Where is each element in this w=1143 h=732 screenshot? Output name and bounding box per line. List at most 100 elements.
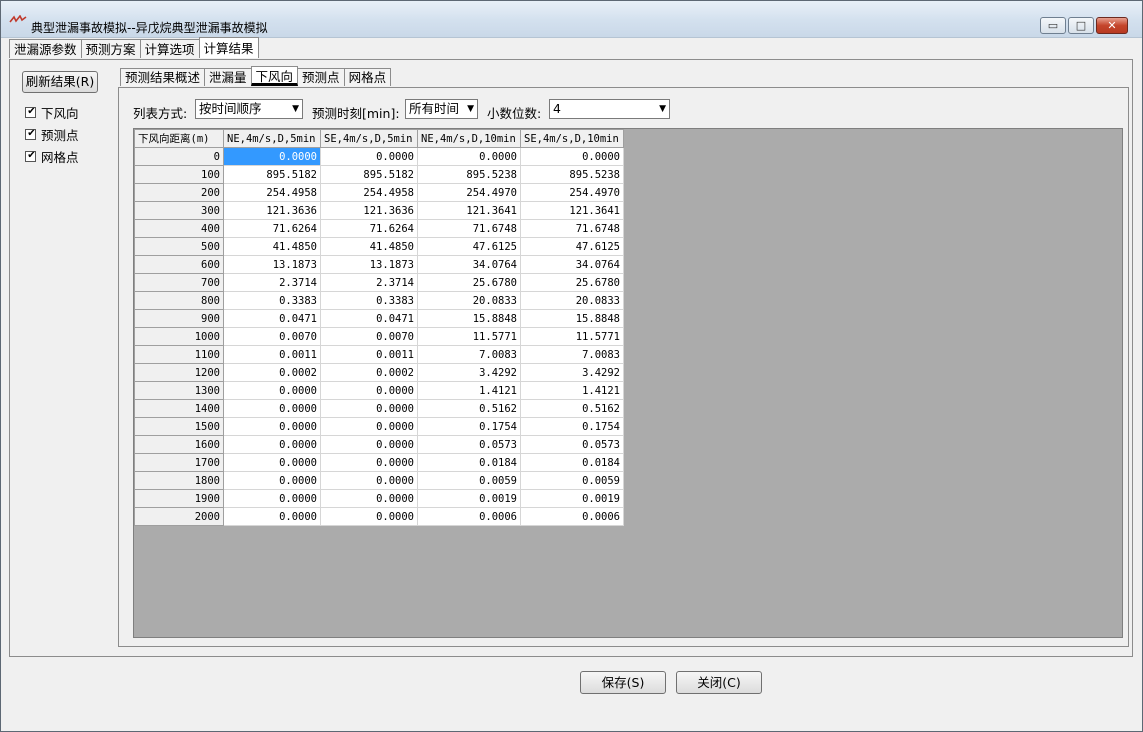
close-button[interactable]: 关闭(C) [676, 671, 762, 694]
row-header-cell[interactable]: 100 [134, 165, 224, 184]
tab-prediction-points[interactable]: 预测点 [297, 68, 345, 86]
row-header-cell[interactable]: 300 [134, 201, 224, 220]
maximize-button[interactable]: □ [1068, 17, 1094, 34]
table-cell[interactable]: 20.0833 [520, 291, 624, 310]
table-cell[interactable]: 7.0083 [417, 345, 521, 364]
table-cell[interactable]: 0.0000 [417, 147, 521, 166]
table-cell[interactable]: 895.5238 [520, 165, 624, 184]
tab-grid-points[interactable]: 网格点 [343, 68, 392, 86]
table-cell[interactable]: 254.4970 [520, 183, 624, 202]
table-cell[interactable]: 71.6748 [520, 219, 624, 238]
checkbox-box[interactable]: ✔ [25, 128, 36, 140]
row-header-cell[interactable]: 700 [134, 273, 224, 292]
table-cell[interactable]: 0.0573 [520, 435, 624, 454]
row-header-cell[interactable]: 1600 [134, 435, 224, 454]
table-cell[interactable]: 3.4292 [520, 363, 624, 382]
table-cell[interactable]: 0.0006 [417, 507, 521, 526]
tab-results-overview[interactable]: 预测结果概述 [120, 68, 206, 86]
column-header-distance[interactable]: 下风向距离(m) [134, 129, 224, 148]
decimals-select[interactable]: 4 ▼ [549, 99, 670, 119]
row-header-cell[interactable]: 200 [134, 183, 224, 202]
tab-calc-results[interactable]: 计算结果 [198, 37, 259, 58]
table-cell[interactable]: 15.8848 [520, 309, 624, 328]
table-cell[interactable]: 121.3636 [223, 201, 321, 220]
table-cell[interactable]: 0.0070 [223, 327, 321, 346]
table-cell[interactable]: 0.0000 [223, 489, 321, 508]
table-cell[interactable]: 25.6780 [417, 273, 521, 292]
table-cell[interactable]: 47.6125 [417, 237, 521, 256]
table-cell[interactable]: 254.4958 [320, 183, 418, 202]
table-cell[interactable]: 3.4292 [417, 363, 521, 382]
table-cell[interactable]: 0.0000 [223, 453, 321, 472]
table-cell[interactable]: 0.0000 [320, 489, 418, 508]
table-cell[interactable]: 71.6264 [320, 219, 418, 238]
title-bar[interactable]: 典型泄漏事故模拟--异戊烷典型泄漏事故模拟 ▭ □ ✕ [1, 1, 1142, 38]
tab-leak-source-params[interactable]: 泄漏源参数 [9, 39, 82, 58]
table-cell[interactable]: 0.1754 [520, 417, 624, 436]
tab-downwind[interactable]: 下风向 [250, 66, 299, 86]
table-cell[interactable]: 1.4121 [417, 381, 521, 400]
table-cell[interactable]: 0.0000 [223, 507, 321, 526]
table-cell[interactable]: 0.0059 [417, 471, 521, 490]
table-cell[interactable]: 13.1873 [320, 255, 418, 274]
time-select[interactable]: 所有时间 ▼ [405, 99, 478, 119]
table-cell[interactable]: 895.5182 [320, 165, 418, 184]
table-cell[interactable]: 11.5771 [417, 327, 521, 346]
table-cell[interactable]: 0.0000 [320, 471, 418, 490]
tab-leak-amount[interactable]: 泄漏量 [204, 68, 252, 86]
row-header-cell[interactable]: 1900 [134, 489, 224, 508]
table-cell[interactable]: 0.0002 [223, 363, 321, 382]
table-cell[interactable]: 25.6780 [520, 273, 624, 292]
table-cell[interactable]: 0.3383 [223, 291, 321, 310]
table-cell[interactable]: 34.0764 [520, 255, 624, 274]
row-header-cell[interactable]: 1300 [134, 381, 224, 400]
table-cell[interactable]: 0.0573 [417, 435, 521, 454]
table-cell[interactable]: 0.0059 [520, 471, 624, 490]
table-cell[interactable]: 0.0019 [520, 489, 624, 508]
table-cell[interactable]: 41.4850 [223, 237, 321, 256]
table-cell[interactable]: 0.0000 [223, 147, 321, 166]
checkbox-downwind[interactable]: ✔ 下风向 [25, 103, 79, 121]
table-cell[interactable]: 0.0000 [320, 507, 418, 526]
row-header-cell[interactable]: 800 [134, 291, 224, 310]
results-grid[interactable]: 下风向距离(m) NE,4m/s,D,5min SE,4m/s,D,5min NE,4… [133, 128, 1123, 638]
close-window-button[interactable]: ✕ [1096, 17, 1128, 34]
table-cell[interactable]: 0.0000 [320, 453, 418, 472]
row-header-cell[interactable]: 1500 [134, 417, 224, 436]
table-cell[interactable]: 20.0833 [417, 291, 521, 310]
table-cell[interactable]: 0.0002 [320, 363, 418, 382]
row-header-cell[interactable]: 1400 [134, 399, 224, 418]
table-cell[interactable]: 0.0184 [520, 453, 624, 472]
column-header-scenario[interactable]: SE,4m/s,D,5min [320, 129, 418, 148]
row-header-cell[interactable]: 1200 [134, 363, 224, 382]
checkbox-box[interactable]: ✔ [25, 150, 36, 162]
table-cell[interactable]: 895.5182 [223, 165, 321, 184]
row-header-cell[interactable]: 0 [134, 147, 224, 166]
row-header-cell[interactable]: 1000 [134, 327, 224, 346]
table-cell[interactable]: 0.0000 [223, 435, 321, 454]
table-cell[interactable]: 0.1754 [417, 417, 521, 436]
table-cell[interactable]: 11.5771 [520, 327, 624, 346]
table-cell[interactable]: 0.0000 [320, 435, 418, 454]
row-header-cell[interactable]: 900 [134, 309, 224, 328]
table-cell[interactable]: 0.0000 [320, 399, 418, 418]
row-header-cell[interactable]: 600 [134, 255, 224, 274]
table-cell[interactable]: 0.0000 [320, 417, 418, 436]
checkbox-box[interactable]: ✔ [25, 106, 36, 118]
row-header-cell[interactable]: 500 [134, 237, 224, 256]
list-mode-select[interactable]: 按时间顺序 ▼ [195, 99, 303, 119]
table-cell[interactable]: 0.0070 [320, 327, 418, 346]
table-cell[interactable]: 895.5238 [417, 165, 521, 184]
save-button[interactable]: 保存(S) [580, 671, 666, 694]
tab-calc-options[interactable]: 计算选项 [139, 39, 200, 58]
table-cell[interactable]: 47.6125 [520, 237, 624, 256]
table-cell[interactable]: 0.0011 [223, 345, 321, 364]
table-cell[interactable]: 121.3641 [417, 201, 521, 220]
row-header-cell[interactable]: 1700 [134, 453, 224, 472]
table-cell[interactable]: 7.0083 [520, 345, 624, 364]
table-cell[interactable]: 0.0011 [320, 345, 418, 364]
table-cell[interactable]: 0.0000 [223, 417, 321, 436]
table-cell[interactable]: 121.3636 [320, 201, 418, 220]
table-cell[interactable]: 254.4958 [223, 183, 321, 202]
table-cell[interactable]: 0.0000 [223, 381, 321, 400]
